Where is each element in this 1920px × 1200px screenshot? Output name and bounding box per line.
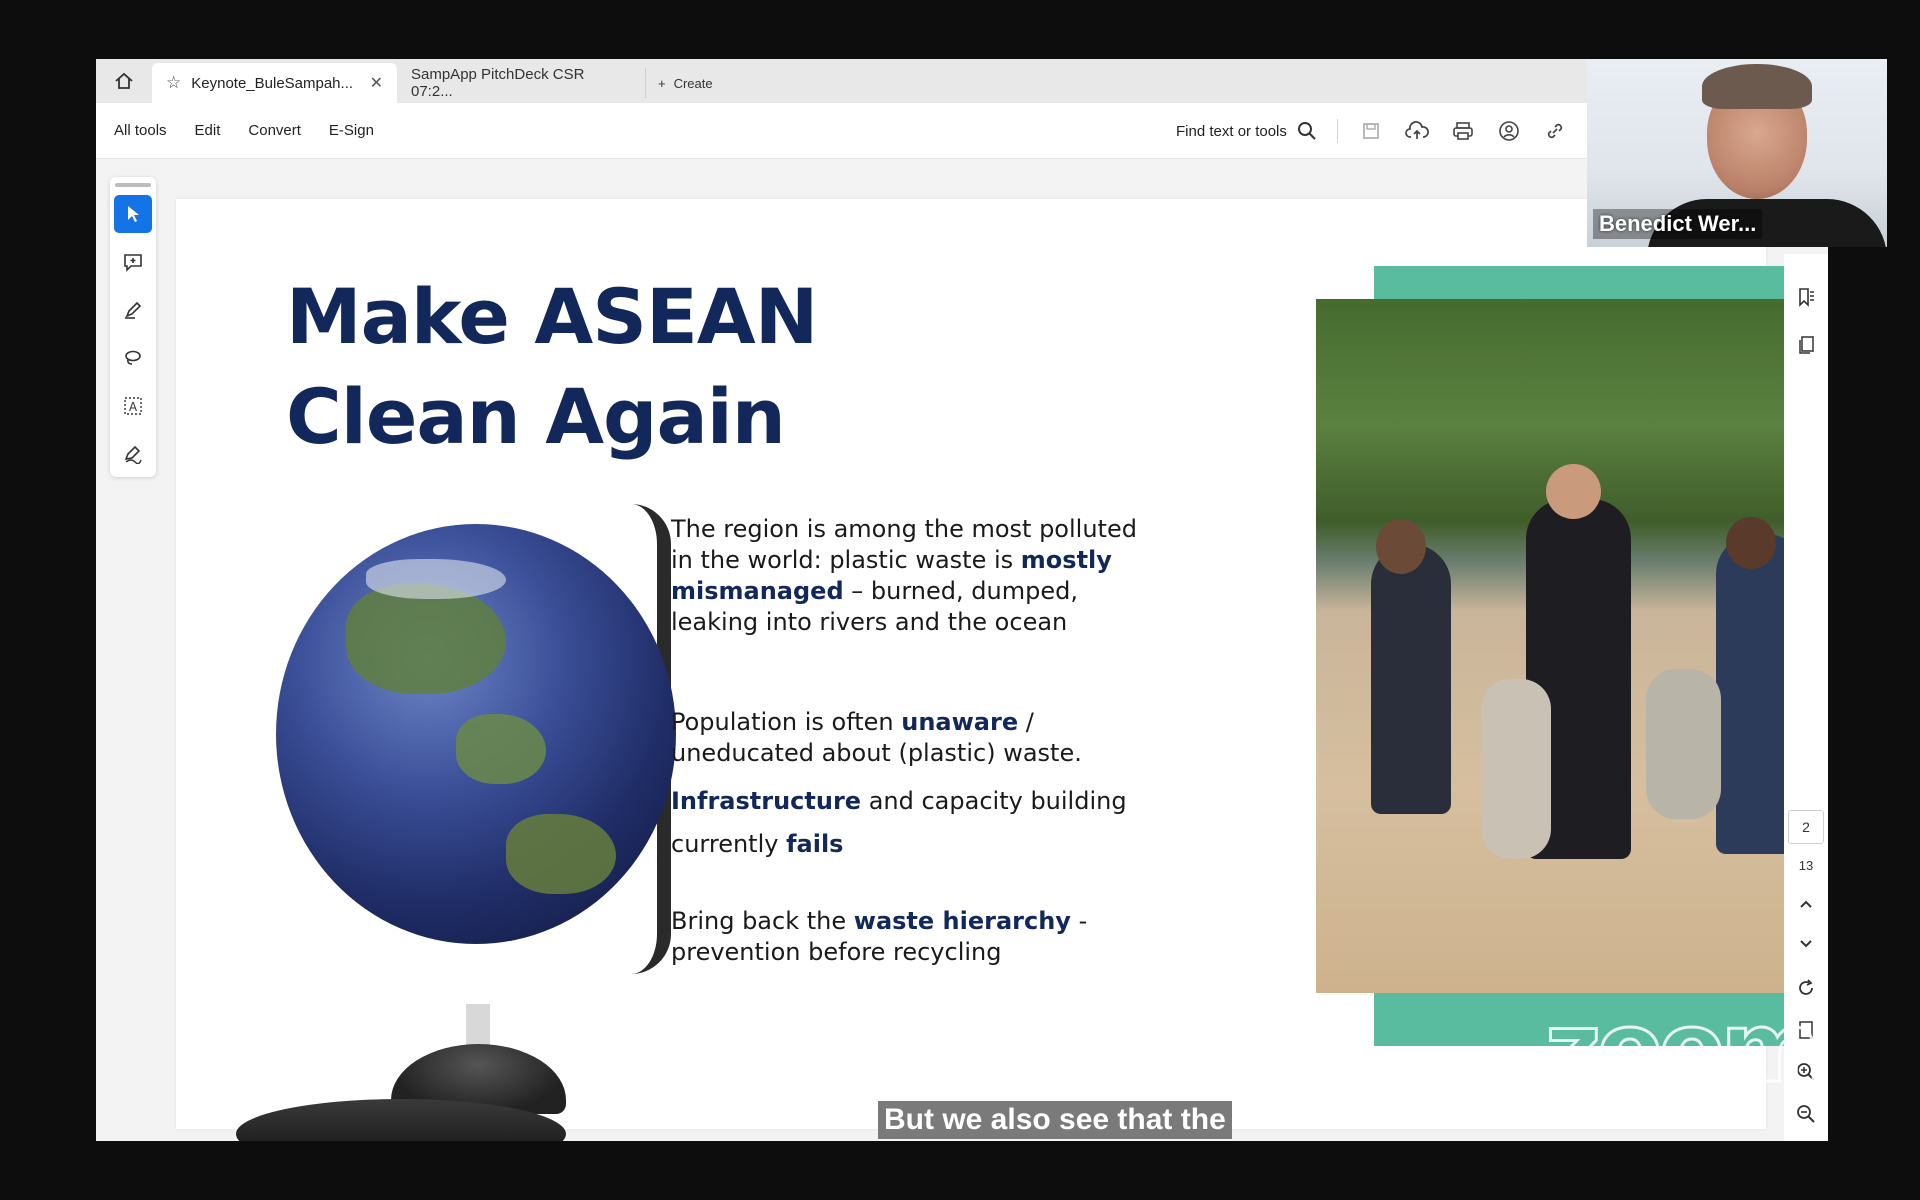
lasso-draw-icon[interactable] [114, 339, 152, 377]
tab-keynote[interactable]: ☆ Keynote_BuleSampah... ✕ [152, 63, 397, 103]
land-se-asia [456, 714, 546, 784]
toolbar-actions: Find text or tools [1176, 103, 1568, 159]
trash-bag-1 [1481, 679, 1551, 859]
svg-text:A: A [129, 400, 138, 414]
screen: ☆ Keynote_BuleSampah... ✕ SampApp PitchD… [0, 0, 1920, 1200]
tab-bar: ☆ Keynote_BuleSampah... ✕ SampApp PitchD… [96, 59, 1828, 103]
print-icon[interactable] [1450, 118, 1476, 144]
bullet-infrastructure: Infrastructure and capacity building cur… [671, 780, 1151, 866]
globe-illustration [176, 484, 676, 1141]
text-run: Bring back the [671, 907, 854, 935]
globe-sphere [276, 524, 676, 944]
page-thumbnails-icon[interactable] [1791, 330, 1821, 360]
home-icon[interactable] [96, 59, 152, 103]
text-run-bold: Infrastructure [671, 787, 862, 815]
chevron-up-icon[interactable] [1791, 889, 1821, 919]
close-icon[interactable]: ✕ [370, 73, 383, 93]
find-tools-button[interactable]: Find text or tools [1176, 121, 1317, 141]
annotation-tool-rail: A [110, 177, 156, 477]
text-run: Population is often [671, 708, 902, 736]
pdf-viewer-window: ☆ Keynote_BuleSampah... ✕ SampApp PitchD… [96, 59, 1828, 1141]
live-caption: But we also see that the [878, 1101, 1232, 1139]
select-cursor-icon[interactable] [114, 195, 152, 233]
rail-drag-handle[interactable] [115, 183, 151, 187]
slide-title: Make ASEAN Clean Again [286, 267, 926, 467]
title-line-2: Clean Again [286, 372, 786, 461]
beach-cleanup-photo [1316, 299, 1828, 993]
menu-esign[interactable]: E-Sign [329, 122, 374, 139]
text-run-bold: unaware [901, 708, 1019, 736]
webcam-video-tile[interactable]: Benedict Wer... [1587, 59, 1887, 247]
menu-convert[interactable]: Convert [248, 122, 301, 139]
tab-label: Keynote_BuleSampah... [191, 74, 354, 92]
save-icon[interactable] [1358, 118, 1384, 144]
globe-neck [466, 1004, 490, 1049]
presenter-hair [1702, 64, 1812, 109]
star-icon[interactable]: ☆ [166, 73, 181, 93]
menu-all-tools[interactable]: All tools [114, 122, 167, 139]
zoom-watermark: zoom [1544, 991, 1823, 1106]
upload-cloud-icon[interactable] [1404, 118, 1430, 144]
link-icon[interactable] [1542, 118, 1568, 144]
create-label: Create [673, 75, 713, 91]
total-pages: 13 [1798, 858, 1814, 873]
bullet-population: Population is often unaware / uneducated… [671, 707, 1151, 769]
find-label: Find text or tools [1176, 122, 1287, 140]
bullet-waste-hierarchy: Bring back the waste hierarchy - prevent… [671, 906, 1151, 968]
menu-edit[interactable]: Edit [195, 122, 221, 139]
text-run-bold: waste hierarchy [853, 907, 1071, 935]
person-center-head [1546, 464, 1601, 519]
person-right-head [1726, 517, 1776, 569]
search-icon [1297, 122, 1316, 140]
bookmark-icon[interactable] [1791, 282, 1821, 312]
land-asia [346, 584, 506, 694]
person-left-head [1376, 519, 1426, 574]
divider [1336, 119, 1338, 143]
land-australia [506, 814, 616, 894]
trash-bag-2 [1646, 669, 1721, 819]
share-user-icon[interactable] [1496, 118, 1522, 144]
text-box-icon[interactable]: A [114, 387, 152, 425]
bullet-pollution: The region is among the most polluted in… [671, 514, 1151, 638]
plus-icon: + [658, 75, 666, 91]
current-page-input[interactable]: 2 [1788, 810, 1824, 844]
chevron-down-icon[interactable] [1791, 929, 1821, 959]
text-run-bold: fails [786, 830, 844, 858]
sign-pen-icon[interactable] [114, 435, 152, 473]
participant-name: Benedict Wer... [1593, 209, 1763, 239]
person-left [1371, 544, 1451, 814]
title-line-1: Make ASEAN [286, 272, 818, 361]
tab-pitchdeck[interactable]: SampApp PitchDeck CSR 07:2... [397, 63, 637, 103]
tab-label: SampApp PitchDeck CSR 07:2... [411, 66, 585, 100]
main-toolbar: All tools Edit Convert E-Sign Find text … [96, 103, 1828, 159]
cloud-cover [366, 559, 506, 599]
pdf-page: Make ASEAN Clean Again The region is amo… [176, 199, 1828, 1141]
create-button[interactable]: + Create [645, 68, 725, 98]
add-comment-icon[interactable] [114, 243, 152, 281]
highlight-pen-icon[interactable] [114, 291, 152, 329]
